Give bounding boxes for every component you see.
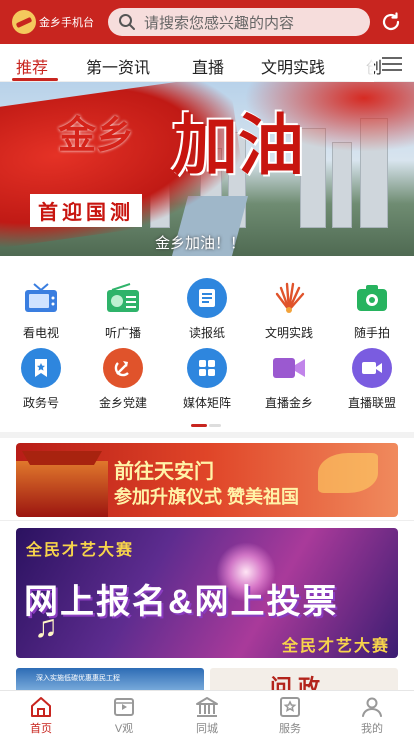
nav-video[interactable]: V观	[94, 695, 154, 736]
banner-subtitle: 首迎国测	[30, 194, 142, 227]
app-name: 金乡手机台	[39, 17, 94, 29]
live-union-icon	[352, 348, 392, 388]
tab-recommend[interactable]: 推荐	[16, 54, 48, 78]
refresh-icon[interactable]	[380, 11, 402, 33]
tab-first-news[interactable]: 第一资讯	[86, 54, 150, 78]
government-icon	[21, 348, 61, 388]
app-header: 金乡手机台 请搜索您感兴趣的内容	[0, 0, 414, 44]
city-icon	[196, 697, 218, 717]
grid-item-media-matrix[interactable]: 媒体矩阵	[166, 348, 248, 411]
grid-item-newspaper[interactable]: 读报纸	[166, 278, 248, 341]
search-icon	[119, 14, 135, 30]
banner-headline-big-text: 加油	[172, 106, 304, 184]
home-icon	[31, 697, 51, 717]
camera-icon	[352, 278, 392, 318]
tab-live[interactable]: 直播	[192, 54, 224, 78]
channel-menu-icon[interactable]	[382, 57, 402, 71]
active-tab-indicator	[12, 78, 58, 81]
civilization-icon	[269, 278, 309, 318]
matrix-icon	[187, 348, 227, 388]
promo2-top: 全民才艺大赛	[26, 542, 135, 559]
dove-decoration	[318, 453, 378, 493]
radio-icon	[103, 278, 143, 318]
grid-item-snapshot[interactable]: 随手拍	[331, 278, 413, 341]
promo1-line2: 参加升旗仪式 赞美祖国	[114, 487, 299, 507]
grid-item-government[interactable]: 政务号	[0, 348, 82, 411]
banner-caption: 金乡加油！！	[155, 235, 246, 252]
live-video-icon	[269, 348, 309, 388]
service-icon	[280, 697, 300, 717]
grid-item-party-building[interactable]: 金乡党建	[82, 348, 164, 411]
promo2-bottom: 全民才艺大赛	[281, 638, 390, 655]
search-placeholder: 请搜索您感兴趣的内容	[144, 14, 295, 32]
app-logo: 金乡手机台	[12, 10, 102, 34]
banner-headline-big: 加油	[172, 92, 304, 188]
search-input[interactable]: 请搜索您感兴趣的内容	[108, 8, 370, 36]
music-note-icon: ♫	[34, 608, 58, 644]
tab-civilization[interactable]: 文明实践	[261, 54, 325, 78]
nav-profile[interactable]: 我的	[342, 695, 402, 736]
tv-icon	[21, 278, 61, 318]
profile-icon	[362, 697, 382, 717]
newspaper-icon	[187, 278, 227, 318]
news-thumb-left[interactable]: 深入实施低碳优惠惠民工程	[16, 668, 204, 690]
grid-page-indicator	[191, 424, 221, 427]
logo-icon	[12, 10, 36, 34]
tiananmen-illustration	[16, 461, 108, 517]
grid-item-live-union[interactable]: 直播联盟	[331, 348, 413, 411]
promo2-main: 网上报名&网上投票	[24, 583, 339, 621]
promo-banner-talent-contest[interactable]: 全民才艺大赛 网上报名&网上投票 ♫ 全民才艺大赛	[16, 528, 398, 658]
nav-city[interactable]: 同城	[177, 695, 237, 736]
channel-tabs: 推荐 第一资讯 直播 文明实践 创	[0, 44, 414, 82]
grid-item-live-jinxiang[interactable]: 直播金乡	[248, 348, 330, 411]
bottom-navigation: 首页 V观 同城 服务 我的	[0, 690, 414, 736]
video-icon	[114, 698, 134, 716]
nav-home[interactable]: 首页	[11, 695, 71, 736]
nav-service[interactable]: 服务	[260, 695, 320, 736]
party-icon	[103, 348, 143, 388]
banner-headline-small: 金乡	[58, 112, 135, 157]
grid-item-civilization[interactable]: 文明实践	[248, 278, 330, 341]
promo-banner-tiananmen[interactable]: 前往天安门 参加升旗仪式 赞美祖国	[16, 443, 398, 517]
news-thumb-right[interactable]: 问政	[210, 668, 398, 690]
promo1-line1: 前往天安门	[114, 461, 214, 483]
grid-item-watch-tv[interactable]: 看电视	[0, 278, 82, 341]
grid-item-radio[interactable]: 听广播	[82, 278, 164, 341]
